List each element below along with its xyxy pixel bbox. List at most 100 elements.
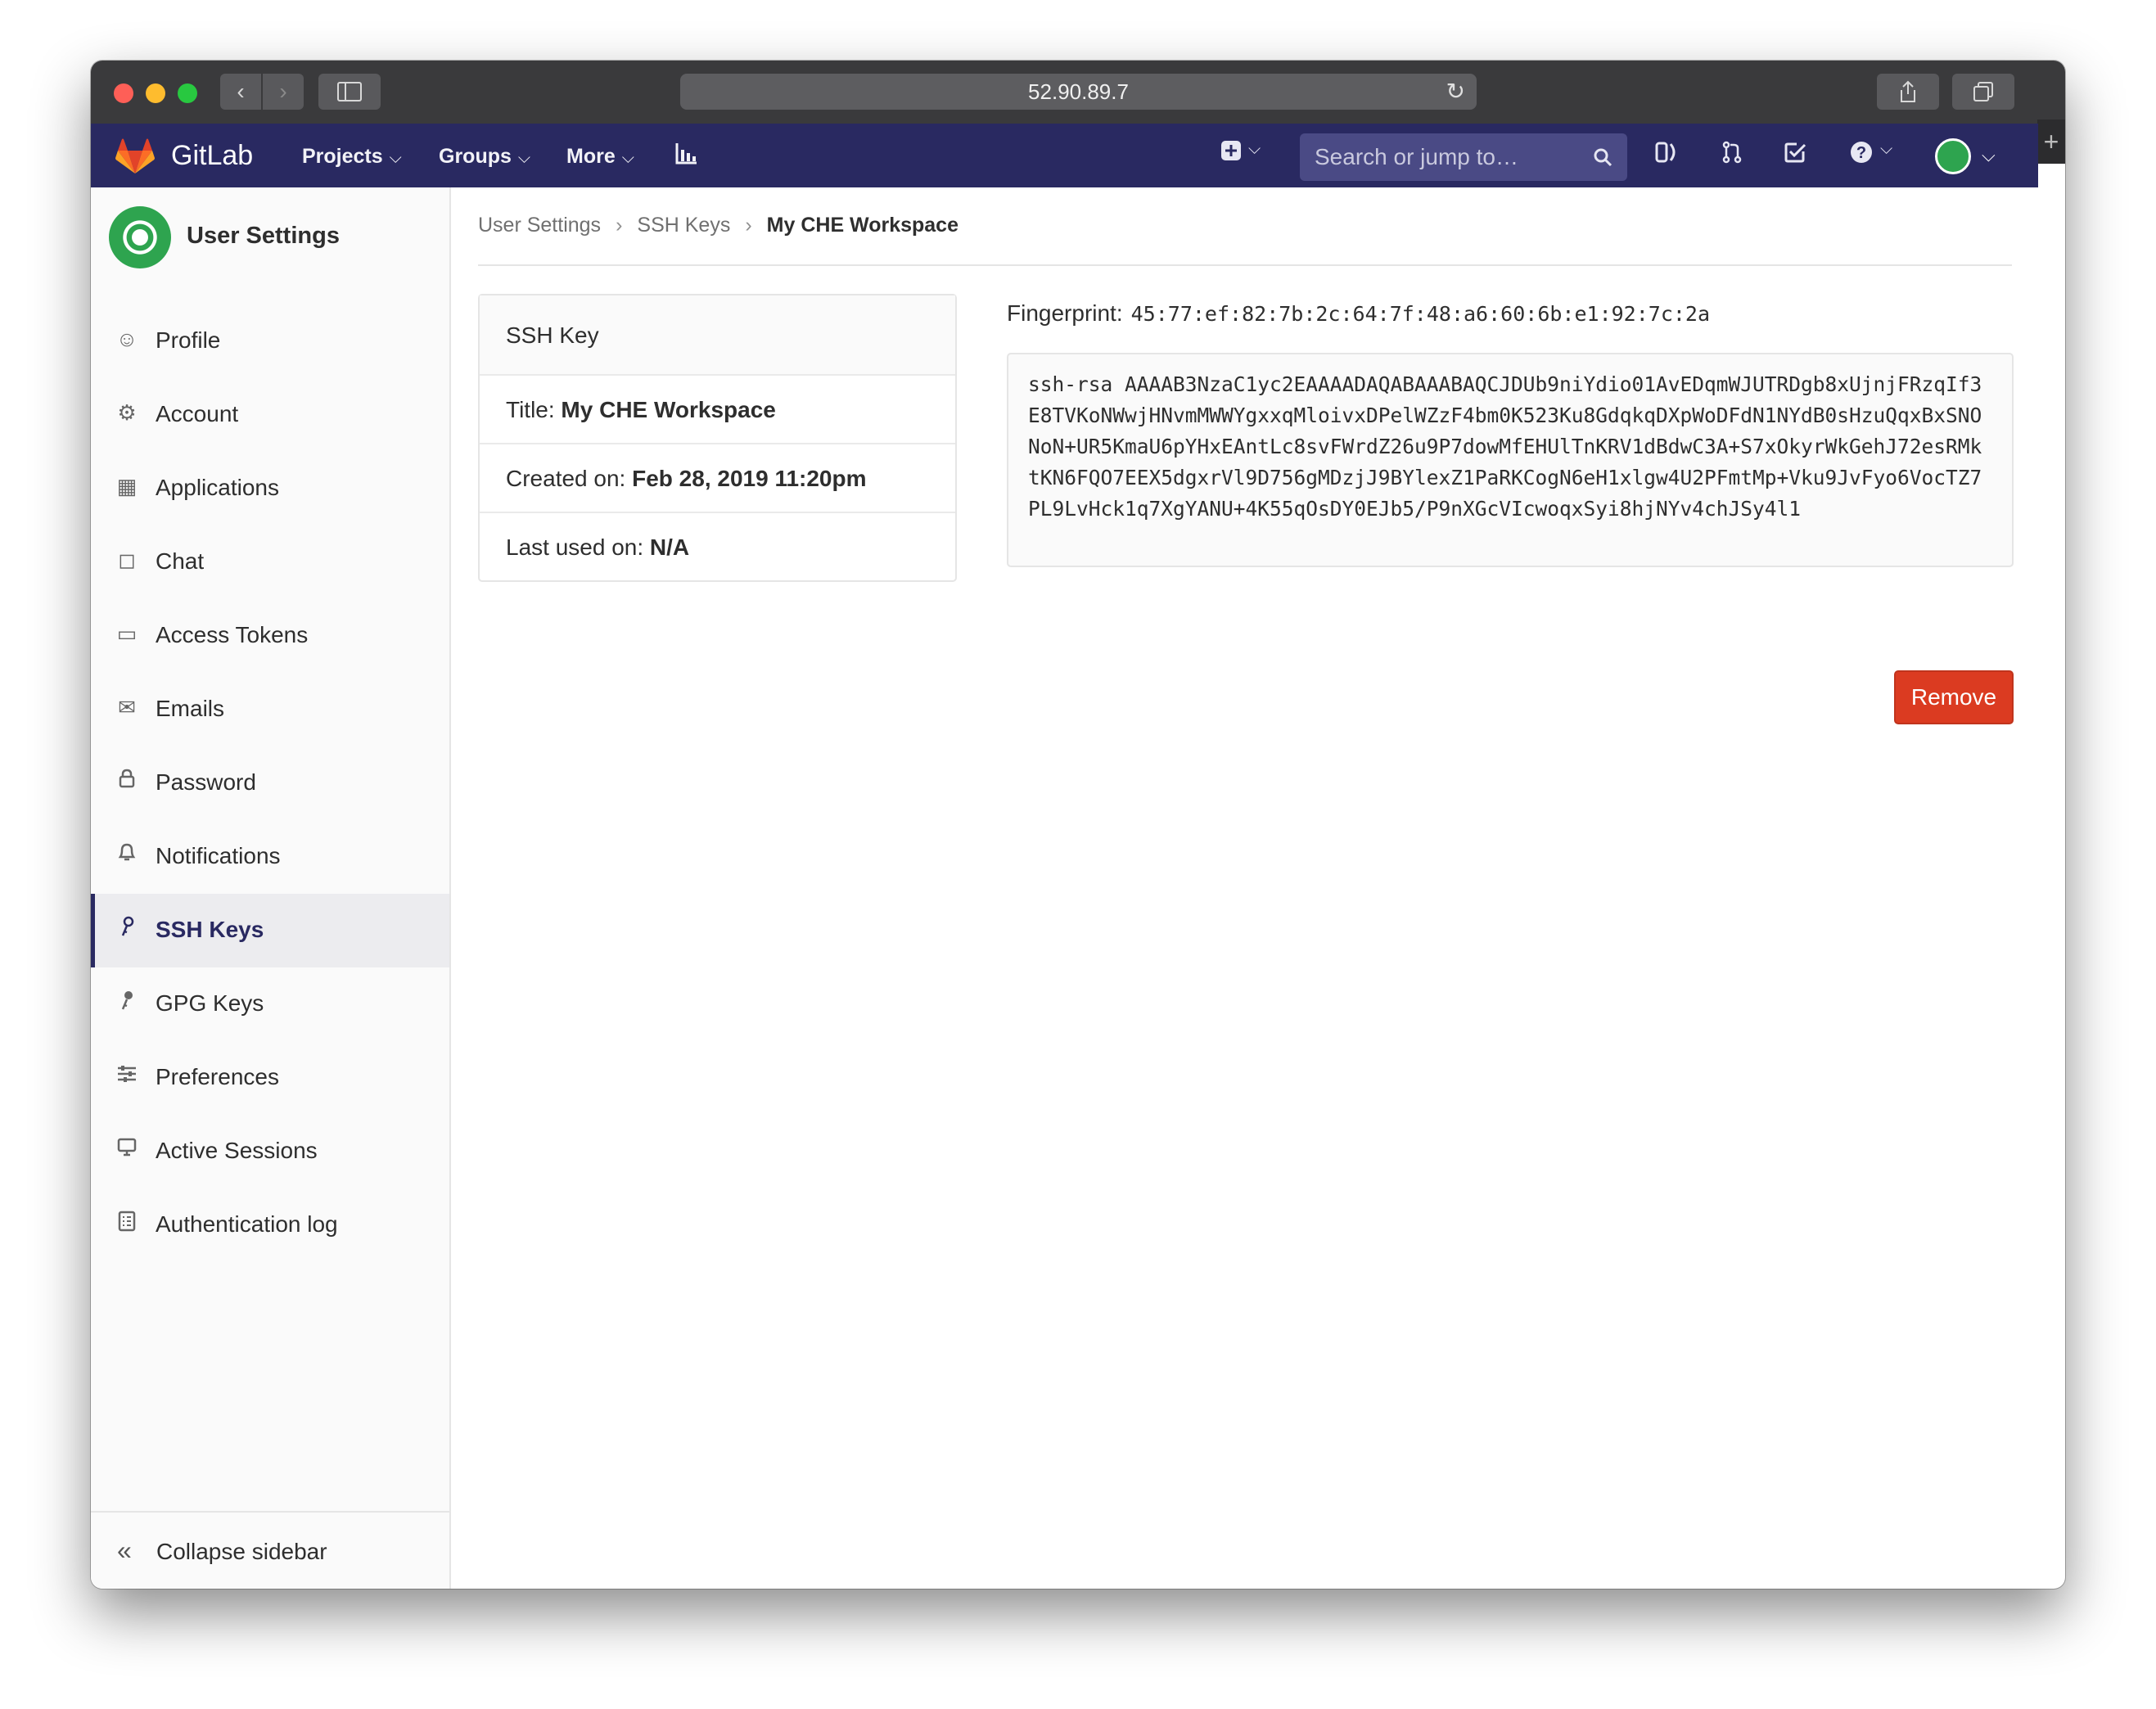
more-menu[interactable]: More ⌵ — [566, 145, 634, 169]
public-key-box[interactable]: ssh-rsa AAAAB3NzaC1yc2EAAAADAQABAAABAQCJ… — [1007, 353, 2014, 567]
sidebar-item-label: Notifications — [156, 843, 281, 868]
sidebar-item-gpg-keys[interactable]: GPG Keys — [91, 967, 449, 1041]
gitlab-brand[interactable]: GitLab — [171, 140, 253, 172]
breadcrumb-current[interactable]: My CHE Workspace — [767, 214, 958, 237]
groups-menu[interactable]: Groups ⌵ — [439, 145, 530, 169]
question-icon: ? — [1851, 142, 1872, 163]
key-title-label: Title: — [506, 397, 555, 422]
sidebar-item-ssh-keys[interactable]: SSH Keys — [91, 894, 449, 967]
user-avatar[interactable] — [1935, 138, 1971, 174]
close-window-button[interactable] — [114, 83, 133, 103]
sidebar-item-emails[interactable]: ✉ Emails — [91, 673, 449, 746]
search-input[interactable]: Search or jump to… — [1300, 133, 1627, 181]
sidebar-item-label: Account — [156, 401, 239, 426]
breadcrumb-user-settings[interactable]: User Settings — [478, 214, 601, 237]
preferences-icon — [114, 1063, 140, 1089]
fingerprint-value[interactable]: 45:77:ef:82:7b:2c:64:7f:48:a6:60:6b:e1:9… — [1131, 302, 1710, 326]
sidebar-item-label: Applications — [156, 475, 279, 500]
svg-text:?: ? — [1856, 144, 1866, 162]
key-last-used-value: N/A — [649, 534, 690, 560]
lock-icon — [114, 769, 140, 794]
chat-icon: ◻ — [118, 548, 136, 572]
remove-button[interactable]: Remove — [1894, 670, 2014, 724]
sidebar-item-label: Profile — [156, 327, 221, 353]
sidebar-toggle-button[interactable] — [318, 74, 381, 110]
sidebar-item-label: Access Tokens — [156, 622, 309, 647]
sidebar-item-active-sessions[interactable]: Active Sessions — [91, 1115, 449, 1188]
applications-icon: ▦ — [116, 474, 138, 498]
share-button[interactable] — [1877, 74, 1939, 110]
address-text: 52.90.89.7 — [1028, 79, 1129, 104]
sidebar-item-notifications[interactable]: Notifications — [91, 820, 449, 894]
log-icon — [114, 1211, 140, 1238]
search-placeholder: Search or jump to… — [1315, 144, 1518, 169]
key-created-row: Created on: Feb 28, 2019 11:20pm — [480, 444, 955, 513]
collapse-sidebar-button[interactable]: « Collapse sidebar — [91, 1511, 449, 1589]
address-bar[interactable]: 52.90.89.7 ↻ — [680, 74, 1477, 110]
projects-menu[interactable]: Projects ⌵ — [302, 145, 402, 169]
key-icon — [114, 916, 140, 943]
sidebar-item-label: Emails — [156, 696, 225, 721]
key-last-used-row: Last used on: N/A — [480, 513, 955, 582]
sidebar-item-password[interactable]: Password — [91, 746, 449, 820]
merge-request-icon — [1722, 141, 1742, 164]
browser-window: ‹ › 52.90.89.7 ↻ + GitLab Projects ⌵ Grou — [91, 61, 2065, 1589]
sidebar-icon — [337, 82, 362, 101]
chevron-down-icon[interactable]: ⌵ — [1982, 145, 1996, 166]
todos-button[interactable] — [1783, 140, 1807, 171]
todo-check-icon — [1784, 142, 1806, 163]
plus-square-icon — [1221, 141, 1241, 160]
key-icon — [114, 990, 140, 1017]
chevron-left-icon: ‹ — [237, 79, 245, 104]
sidebar-item-applications[interactable]: ▦ Applications — [91, 452, 449, 525]
chevron-down-icon: ⌵ — [1880, 140, 1893, 158]
sidebar-item-authentication-log[interactable]: Authentication log — [91, 1188, 449, 1262]
reload-icon[interactable]: ↻ — [1446, 74, 1465, 110]
issues-button[interactable] — [1654, 140, 1679, 171]
sidebar-item-preferences[interactable]: Preferences — [91, 1041, 449, 1115]
chevron-down-icon: ⌵ — [517, 149, 531, 167]
groups-label: Groups — [439, 145, 512, 168]
minimize-window-button[interactable] — [146, 83, 165, 103]
zoom-window-button[interactable] — [178, 83, 197, 103]
key-last-used-label: Last used on: — [506, 534, 644, 560]
gitlab-logo-icon[interactable] — [115, 138, 155, 174]
projects-label: Projects — [302, 145, 383, 168]
chart-icon — [675, 143, 697, 165]
main-content: User Settings › SSH Keys › My CHE Workspace … — [451, 187, 2038, 1589]
chevron-down-icon: ⌵ — [621, 149, 634, 167]
access-tokens-icon: ▭ — [116, 621, 138, 646]
share-icon — [1901, 80, 1915, 102]
tabs-icon — [1973, 82, 1993, 101]
sidebar-item-chat[interactable]: ◻ Chat — [91, 525, 449, 599]
forward-button[interactable]: › — [263, 74, 304, 110]
card-header: SSH Key — [480, 295, 955, 376]
sidebar-title: User Settings — [187, 223, 340, 249]
sidebar-item-label: GPG Keys — [156, 990, 264, 1016]
activity-chart-link[interactable] — [675, 142, 698, 171]
breadcrumb: User Settings › SSH Keys › My CHE Workspace — [478, 214, 958, 237]
issues-icon — [1655, 142, 1676, 163]
new-tab-button[interactable]: + — [2037, 119, 2065, 164]
sidebar-item-label: Preferences — [156, 1064, 279, 1089]
key-title-value: My CHE Workspace — [561, 397, 776, 422]
chevron-right-icon: › — [745, 214, 752, 237]
new-item-dropdown[interactable]: ⌵ — [1220, 140, 1270, 168]
fingerprint-label: Fingerprint: — [1007, 300, 1123, 326]
divider — [478, 264, 2012, 266]
sidebar-item-label: Active Sessions — [156, 1138, 318, 1163]
sidebar-item-account[interactable]: ⚙ Account — [91, 378, 449, 452]
fingerprint: Fingerprint: 45:77:ef:82:7b:2c:64:7f:48:a… — [1007, 300, 1710, 327]
sidebar-item-profile[interactable]: ☺ Profile — [91, 304, 449, 378]
back-button[interactable]: ‹ — [220, 74, 261, 110]
sidebar-item-access-tokens[interactable]: ▭ Access Tokens — [91, 599, 449, 673]
plus-icon: + — [2043, 127, 2059, 156]
double-chevron-left-icon: « — [117, 1535, 132, 1565]
help-dropdown[interactable]: ? ⌵ — [1849, 140, 1906, 171]
merge-requests-button[interactable] — [1720, 140, 1744, 171]
breadcrumb-ssh-keys[interactable]: SSH Keys — [637, 214, 730, 237]
profile-icon: ☺ — [115, 327, 138, 351]
sidebar-item-label: Authentication log — [156, 1211, 338, 1237]
tab-overview-button[interactable] — [1952, 74, 2014, 110]
sidebar-item-label: Chat — [156, 548, 205, 574]
